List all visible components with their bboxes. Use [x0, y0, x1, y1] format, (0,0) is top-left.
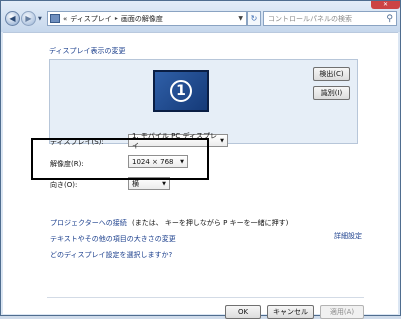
- detect-button[interactable]: 検出(C): [313, 67, 350, 81]
- address-dropdown-icon[interactable]: ▼: [238, 15, 243, 22]
- cancel-button[interactable]: キャンセル: [267, 305, 314, 319]
- breadcrumb-prefix[interactable]: «: [63, 15, 67, 23]
- text-size-link[interactable]: テキストやその他の項目の大きさの変更: [50, 234, 176, 244]
- advanced-settings-link[interactable]: 詳細設定: [334, 231, 362, 241]
- back-arrow-icon: ◀: [9, 14, 16, 23]
- recent-pages-dropdown[interactable]: ▼: [38, 16, 42, 22]
- orientation-label: 向き(O):: [50, 181, 78, 189]
- refresh-icon: ↻: [250, 14, 258, 23]
- monitor-icon[interactable]: 1: [153, 70, 209, 112]
- projector-link[interactable]: プロジェクターへの接続: [50, 219, 127, 227]
- breadcrumb-separator[interactable]: ▸: [115, 15, 118, 22]
- orientation-select-value: 横: [132, 179, 139, 188]
- control-panel-icon: [50, 14, 60, 23]
- resolution-highlight-box: [31, 138, 209, 180]
- footer-divider: [47, 297, 364, 298]
- search-input[interactable]: コントロールパネルの検索 ⚲: [263, 11, 397, 26]
- title-address-bar: ✕ ◀ ▶ ▼ « ディスプレイ ▸ 画面の解像度 ▼ ↻ コントロールパネルの…: [1, 1, 400, 32]
- identify-button[interactable]: 識別(I): [313, 86, 350, 100]
- apply-button[interactable]: 適用(A): [320, 305, 364, 319]
- close-button[interactable]: ✕: [371, 1, 400, 9]
- forward-arrow-icon: ▶: [25, 14, 32, 23]
- projector-hint: (または、 キーを押しながら P キーを一緒に押す): [131, 219, 289, 227]
- chevron-down-icon: ▼: [220, 137, 224, 144]
- forward-button[interactable]: ▶: [21, 11, 36, 26]
- page-title: ディスプレイ表示の変更: [49, 47, 126, 55]
- chevron-down-icon: ▼: [162, 180, 166, 187]
- search-icon[interactable]: ⚲: [386, 14, 393, 24]
- back-button[interactable]: ◀: [5, 11, 20, 26]
- refresh-button[interactable]: ↻: [247, 11, 261, 26]
- control-panel-window: ✕ ◀ ▶ ▼ « ディスプレイ ▸ 画面の解像度 ▼ ↻ コントロールパネルの…: [0, 0, 401, 319]
- ok-button[interactable]: OK: [225, 305, 261, 319]
- monitor-number: 1: [170, 80, 192, 102]
- breadcrumb-display[interactable]: ディスプレイ: [70, 14, 112, 24]
- address-bar[interactable]: « ディスプレイ ▸ 画面の解像度 ▼: [47, 11, 247, 26]
- which-settings-link[interactable]: どのディスプレイ設定を選択しますか?: [50, 250, 172, 260]
- search-placeholder: コントロールパネルの検索: [268, 14, 352, 23]
- projector-link-row: プロジェクターへの接続 (または、 キーを押しながら P キーを一緒に押す): [50, 218, 288, 228]
- breadcrumb-resolution[interactable]: 画面の解像度: [121, 14, 163, 24]
